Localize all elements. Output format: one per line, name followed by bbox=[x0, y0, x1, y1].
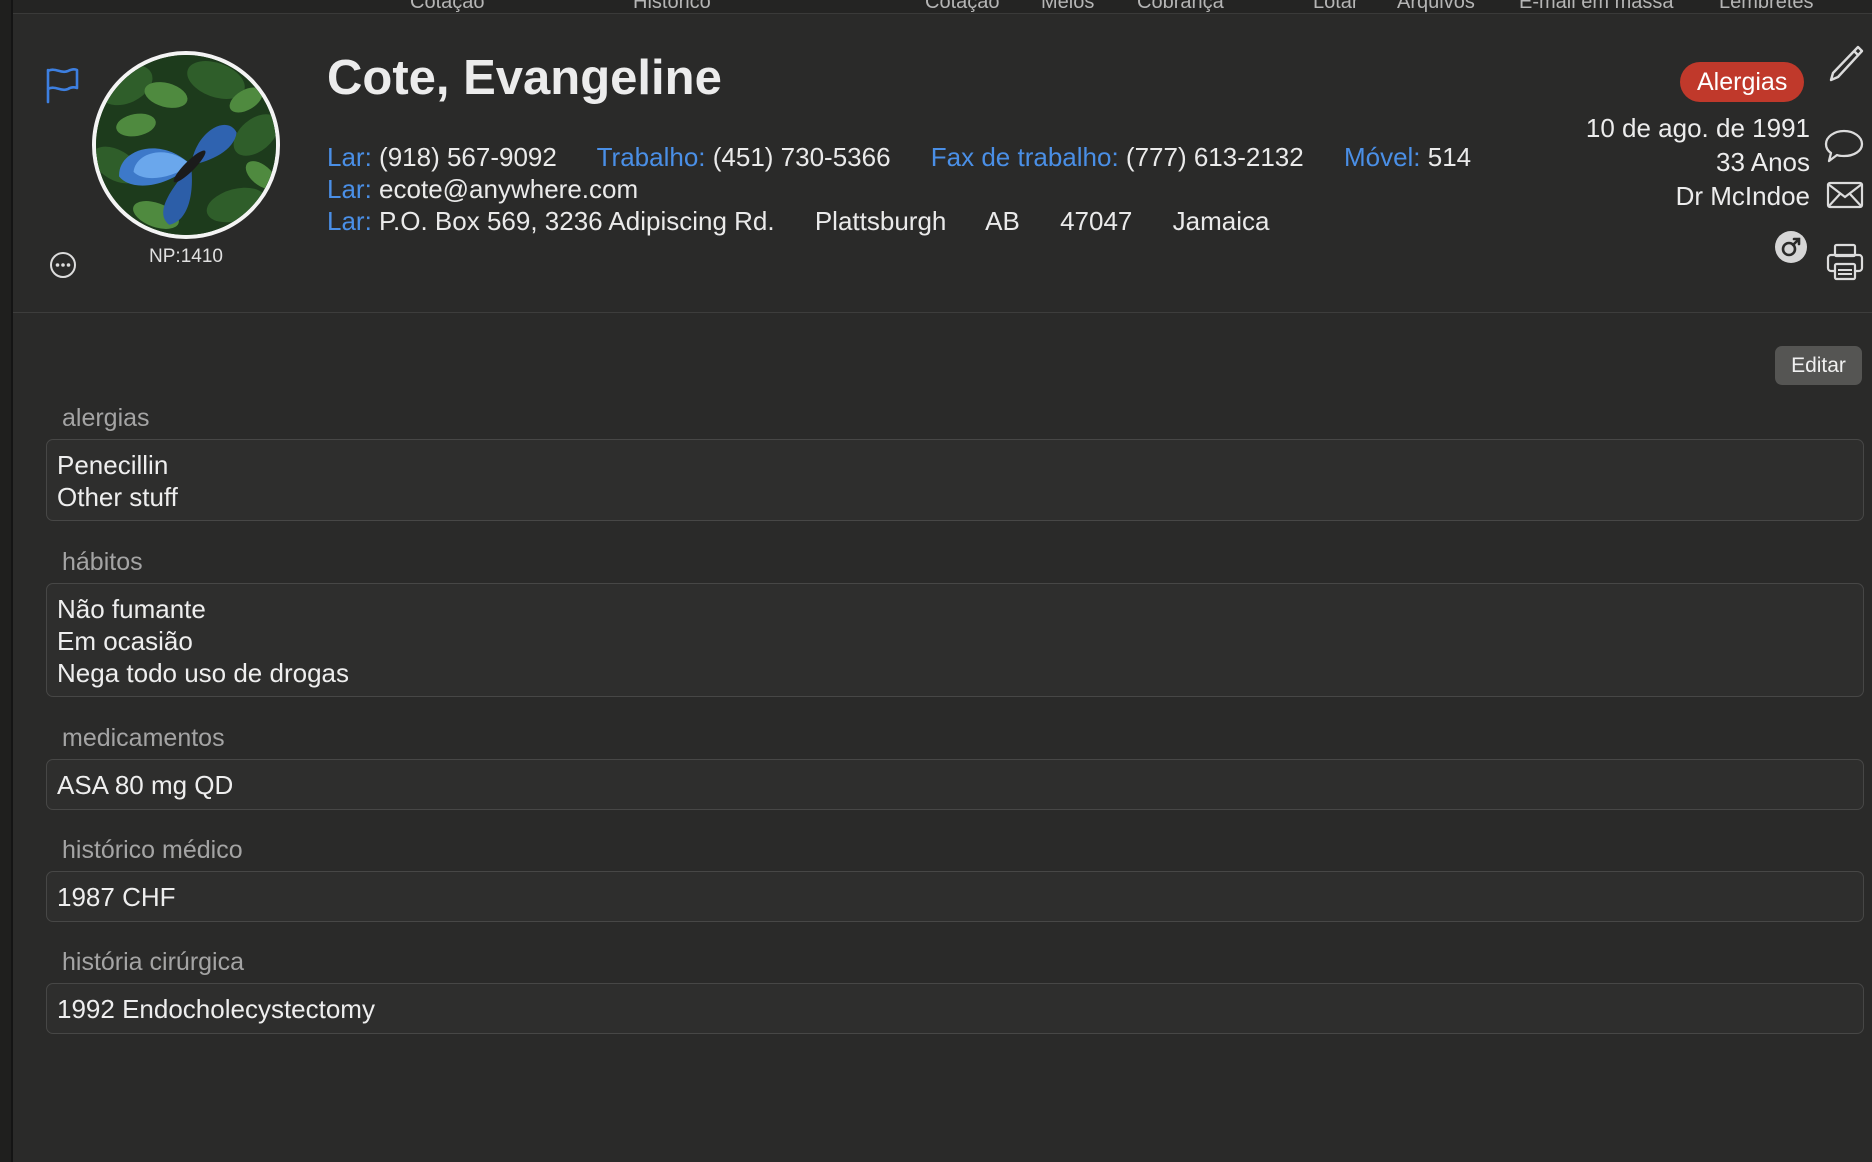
more-icon[interactable] bbox=[49, 251, 77, 279]
email-label: Lar: bbox=[327, 174, 372, 204]
patient-age: 33 Anos bbox=[1716, 147, 1810, 177]
left-sidebar-edge bbox=[0, 0, 13, 1162]
address-street[interactable]: P.O. Box 569, 3236 Adipiscing Rd. bbox=[379, 206, 775, 236]
address-row: Lar: P.O. Box 569, 3236 Adipiscing Rd. P… bbox=[327, 206, 1269, 237]
tab-cobranca[interactable]: Cobrança bbox=[1137, 0, 1224, 13]
medical-history-label: histórico médico bbox=[62, 836, 243, 864]
medical-history-line: 1987 CHF bbox=[57, 882, 176, 912]
allergy-badge[interactable]: Alergias bbox=[1680, 62, 1805, 102]
tab-cotacao-2[interactable]: Cotação bbox=[925, 0, 1000, 13]
surgical-history-field[interactable]: 1992 Endocholecystectomy bbox=[46, 983, 1864, 1034]
phone-home-value[interactable]: (918) 567-9092 bbox=[379, 142, 557, 172]
tab-arquivos[interactable]: Arquivos bbox=[1397, 0, 1475, 13]
patient-number: NP:1410 bbox=[149, 246, 223, 267]
phone-work-label: Trabalho: bbox=[596, 142, 706, 172]
allergies-field[interactable]: Penecillin Other stuff bbox=[46, 439, 1864, 521]
printer-icon[interactable] bbox=[1826, 242, 1864, 282]
gender-male-icon[interactable] bbox=[1774, 230, 1808, 264]
phone-row: Lar: (918) 567-9092 Trabalho: (451) 730-… bbox=[327, 142, 1502, 173]
habits-label: hábitos bbox=[62, 548, 143, 576]
fax-work-label: Fax de trabalho: bbox=[930, 142, 1119, 172]
address-label: Lar: bbox=[327, 206, 372, 236]
tab-lembretes[interactable]: Lembretes bbox=[1719, 0, 1814, 13]
address-province[interactable]: AB bbox=[985, 206, 1020, 236]
phone-home-label: Lar: bbox=[327, 142, 372, 172]
email-value[interactable]: ecote@anywhere.com bbox=[379, 174, 638, 204]
habit-line: Nega todo uso de drogas bbox=[57, 658, 349, 688]
avatar[interactable] bbox=[92, 51, 280, 239]
phone-work-value[interactable]: (451) 730-5366 bbox=[713, 142, 891, 172]
fax-work-value[interactable]: (777) 613-2132 bbox=[1126, 142, 1304, 172]
top-tab-bar: Cotação Histórico Cotação Meios Cobrança… bbox=[13, 0, 1872, 14]
allergy-line: Penecillin bbox=[57, 450, 169, 480]
medications-field[interactable]: ASA 80 mg QD bbox=[46, 759, 1864, 810]
address-city[interactable]: Plattsburgh bbox=[815, 206, 947, 236]
medication-line: ASA 80 mg QD bbox=[57, 770, 234, 800]
pencil-icon[interactable] bbox=[1828, 44, 1864, 84]
doctor-name: Dr McIndoe bbox=[1675, 181, 1810, 211]
tab-cotacao[interactable]: Cotação bbox=[410, 0, 485, 13]
medical-history-field[interactable]: 1987 CHF bbox=[46, 871, 1864, 922]
habit-line: Não fumante bbox=[57, 594, 206, 624]
allergy-line: Other stuff bbox=[57, 482, 178, 512]
habits-field[interactable]: Não fumante Em ocasião Nega todo uso de … bbox=[46, 583, 1864, 697]
tab-email-em-massa[interactable]: E-mail em massa bbox=[1519, 0, 1673, 13]
edit-button[interactable]: Editar bbox=[1775, 346, 1862, 385]
email-row: Lar: ecote@anywhere.com bbox=[327, 174, 638, 205]
tab-lotar[interactable]: Lotar bbox=[1313, 0, 1359, 13]
address-postal[interactable]: 47047 bbox=[1060, 206, 1132, 236]
phone-mobile-value[interactable]: 514 bbox=[1428, 142, 1471, 172]
mail-icon[interactable] bbox=[1826, 180, 1864, 210]
speech-bubble-icon[interactable] bbox=[1824, 128, 1864, 164]
flag-icon[interactable] bbox=[44, 66, 82, 104]
medications-label: medicamentos bbox=[62, 724, 225, 752]
address-country[interactable]: Jamaica bbox=[1173, 206, 1270, 236]
surgical-history-line: 1992 Endocholecystectomy bbox=[57, 994, 375, 1024]
habit-line: Em ocasião bbox=[57, 626, 193, 656]
phone-mobile-label: Móvel: bbox=[1343, 142, 1421, 172]
allergies-label: alergias bbox=[62, 404, 150, 432]
date-of-birth: 10 de ago. de 1991 bbox=[1585, 113, 1810, 143]
patient-name: Cote, Evangeline bbox=[327, 51, 722, 105]
tab-meios[interactable]: Meios bbox=[1041, 0, 1094, 13]
tab-historico[interactable]: Histórico bbox=[633, 0, 711, 13]
header-divider bbox=[13, 312, 1872, 313]
surgical-history-label: história cirúrgica bbox=[62, 948, 245, 976]
